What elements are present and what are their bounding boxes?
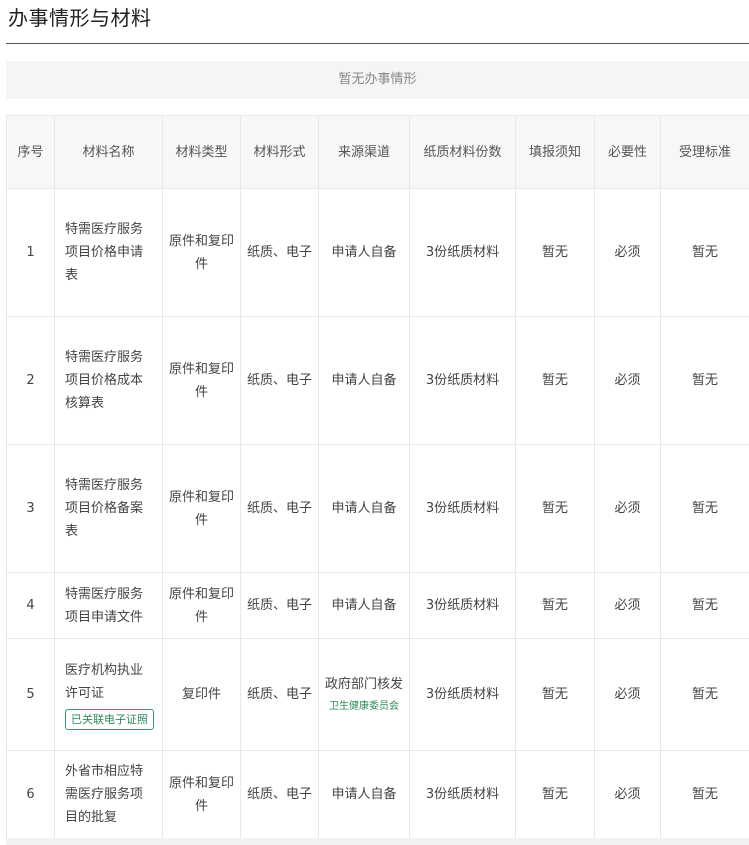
paper-copies: 3份纸质材料: [409, 316, 516, 445]
material-form: 纸质、电子: [240, 444, 319, 573]
acceptance-standard: 暂无: [660, 188, 749, 317]
acceptance-standard: 暂无: [660, 444, 749, 573]
fill-notes: 暂无: [515, 444, 595, 573]
necessity: 必须: [594, 638, 661, 751]
material-form: 纸质、电子: [240, 572, 319, 639]
acceptance-standard: 暂无: [660, 638, 749, 751]
table-row: 5 医疗机构执业许可证 已关联电子证照 复印件 纸质、电子 政府部门核发 卫生健…: [6, 638, 749, 751]
material-type: 原件和复印件: [162, 572, 241, 639]
material-form: 纸质、电子: [240, 188, 319, 317]
necessity: 必须: [594, 188, 661, 317]
material-source: 政府部门核发: [325, 677, 404, 692]
necessity: 必须: [594, 444, 661, 573]
material-name: 外省市相应特需医疗服务项目的批复: [54, 750, 163, 839]
materials-table: 序号 材料名称 材料类型 材料形式 来源渠道 纸质材料份数 填报须知 必要性 受…: [6, 115, 749, 839]
material-source: 申请人自备: [318, 188, 410, 317]
row-index: 5: [6, 638, 55, 751]
acceptance-standard: 暂无: [660, 316, 749, 445]
table-header-row: 序号 材料名称 材料类型 材料形式 来源渠道 纸质材料份数 填报须知 必要性 受…: [6, 115, 749, 189]
acceptance-standard: 暂无: [660, 572, 749, 639]
issuing-department: 卫生健康委员会: [329, 701, 399, 712]
fill-notes: 暂无: [515, 188, 595, 317]
fill-notes: 暂无: [515, 750, 595, 839]
paper-copies: 3份纸质材料: [409, 444, 516, 573]
table-row: 3 特需医疗服务项目价格备案表 原件和复印件 纸质、电子 申请人自备 3份纸质材…: [6, 444, 749, 573]
header-type: 材料类型: [162, 115, 241, 189]
row-index: 3: [6, 444, 55, 573]
section-title: 办事情形与材料: [8, 6, 152, 30]
table-row: 2 特需医疗服务项目价格成本核算表 原件和复印件 纸质、电子 申请人自备 3份纸…: [6, 316, 749, 445]
header-name: 材料名称: [54, 115, 163, 189]
material-source-cell: 政府部门核发 卫生健康委员会: [318, 638, 410, 751]
header-notes: 填报须知: [515, 115, 595, 189]
fill-notes: 暂无: [515, 638, 595, 751]
material-type: 原件和复印件: [162, 188, 241, 317]
material-name: 特需医疗服务项目申请文件: [54, 572, 163, 639]
row-index: 1: [6, 188, 55, 317]
necessity: 必须: [594, 750, 661, 839]
table-row: 1 特需医疗服务项目价格申请表 原件和复印件 纸质、电子 申请人自备 3份纸质材…: [6, 188, 749, 317]
material-name: 特需医疗服务项目价格备案表: [54, 444, 163, 573]
page: 办事情形与材料 暂无办事情形 序号 材料名称 材料类型 材料形式 来源渠道 纸质…: [0, 0, 749, 845]
material-source: 申请人自备: [318, 750, 410, 839]
fill-notes: 暂无: [515, 572, 595, 639]
row-index: 4: [6, 572, 55, 639]
empty-situation-banner: 暂无办事情形: [6, 61, 749, 99]
material-source: 申请人自备: [318, 444, 410, 573]
material-type: 原件和复印件: [162, 750, 241, 839]
necessity: 必须: [594, 572, 661, 639]
material-name: 特需医疗服务项目价格成本核算表: [54, 316, 163, 445]
paper-copies: 3份纸质材料: [409, 572, 516, 639]
header-copies: 纸质材料份数: [409, 115, 516, 189]
acceptance-standard: 暂无: [660, 750, 749, 839]
title-divider: [6, 43, 749, 44]
material-source: 申请人自备: [318, 316, 410, 445]
header-required: 必要性: [594, 115, 661, 189]
scroll-edge: [6, 838, 749, 845]
material-form: 纸质、电子: [240, 638, 319, 751]
fill-notes: 暂无: [515, 316, 595, 445]
header-source: 来源渠道: [318, 115, 410, 189]
linked-e-license-tag[interactable]: 已关联电子证照: [65, 708, 154, 730]
material-source: 申请人自备: [318, 572, 410, 639]
header-form: 材料形式: [240, 115, 319, 189]
material-form: 纸质、电子: [240, 316, 319, 445]
necessity: 必须: [594, 316, 661, 445]
material-type: 复印件: [162, 638, 241, 751]
paper-copies: 3份纸质材料: [409, 188, 516, 317]
row-index: 2: [6, 316, 55, 445]
header-index: 序号: [6, 115, 55, 189]
paper-copies: 3份纸质材料: [409, 638, 516, 751]
table-row: 4 特需医疗服务项目申请文件 原件和复印件 纸质、电子 申请人自备 3份纸质材料…: [6, 572, 749, 639]
paper-copies: 3份纸质材料: [409, 750, 516, 839]
material-name: 特需医疗服务项目价格申请表: [54, 188, 163, 317]
row-index: 6: [6, 750, 55, 839]
table-row: 6 外省市相应特需医疗服务项目的批复 原件和复印件 纸质、电子 申请人自备 3份…: [6, 750, 749, 839]
material-type: 原件和复印件: [162, 316, 241, 445]
header-standard: 受理标准: [660, 115, 749, 189]
material-name: 医疗机构执业许可证: [65, 662, 144, 701]
material-name-cell: 医疗机构执业许可证 已关联电子证照: [54, 638, 163, 751]
material-form: 纸质、电子: [240, 750, 319, 839]
material-type: 原件和复印件: [162, 444, 241, 573]
